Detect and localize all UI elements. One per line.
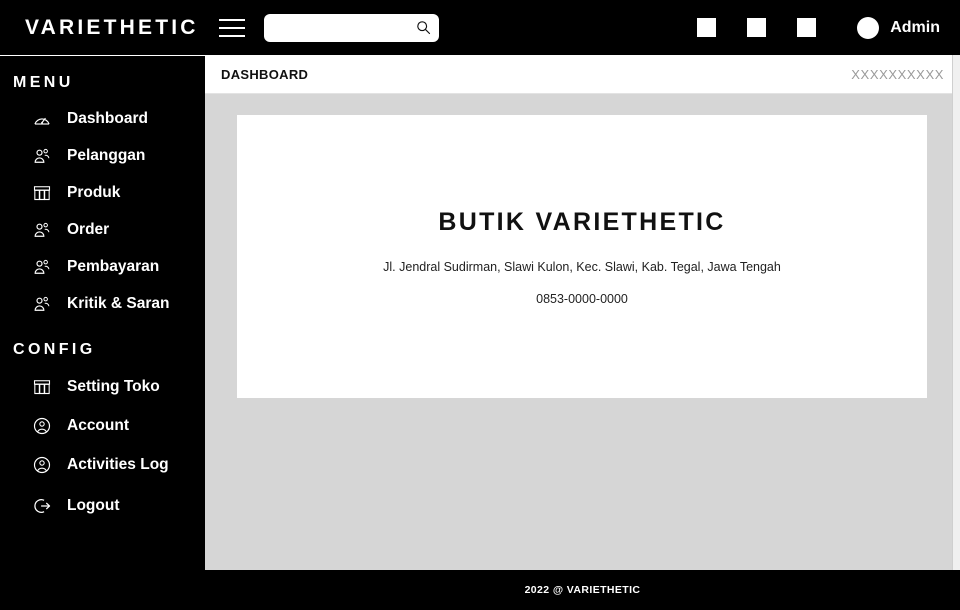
users-icon: [31, 293, 53, 315]
square-icon-2[interactable]: [747, 18, 767, 37]
sidebar-item-pembayaran[interactable]: Pembayaran: [0, 248, 205, 285]
sidebar-config-list: Setting Toko Account Activities Log Logo…: [0, 367, 205, 525]
sidebar-item-label: Account: [67, 416, 129, 434]
sidebar-item-label: Pembayaran: [67, 257, 160, 275]
sidebar-menu-list: Dashboard Pelanggan Produk Order Pembaya…: [0, 100, 205, 322]
sidebar-item-label: Activities Log: [67, 455, 169, 473]
user-circle-icon: [31, 454, 53, 476]
gauge-icon: [31, 108, 53, 130]
hamburger-menu-icon[interactable]: [219, 18, 245, 37]
main-content: DASHBOARD XXXXXXXXXX BUTIK VARIETHETIC J…: [205, 55, 960, 570]
users-icon: [31, 256, 53, 278]
sidebar: MENU Dashboard Pelanggan Produk Order Pe…: [0, 55, 205, 610]
logout-icon: [31, 495, 53, 517]
store-icon: [31, 182, 53, 204]
sidebar-item-label: Logout: [67, 496, 120, 514]
user-circle-icon: [31, 415, 53, 437]
breadcrumb: DASHBOARD XXXXXXXXXX: [205, 55, 960, 94]
store-phone: 0853-0000-0000: [536, 291, 628, 306]
sidebar-item-label: Produk: [67, 183, 121, 201]
admin-dashboard-page: VARIETHETIC Admin MENU Dashboard Pelangg…: [0, 0, 960, 610]
sidebar-item-account[interactable]: Account: [0, 406, 205, 445]
sidebar-item-order[interactable]: Order: [0, 211, 205, 248]
users-icon: [31, 219, 53, 241]
footer: 2022 @ VARIETHETIC: [205, 570, 960, 610]
footer-copyright: 2022 @ VARIETHETIC: [524, 584, 641, 596]
sidebar-item-label: Pelanggan: [67, 146, 146, 164]
hamburger-bar-1: [219, 18, 245, 21]
square-icon-1[interactable]: [697, 18, 717, 37]
header-actions: Admin: [697, 0, 960, 55]
sidebar-item-activities-log[interactable]: Activities Log: [0, 445, 205, 484]
sidebar-item-pelanggan[interactable]: Pelanggan: [0, 137, 205, 174]
breadcrumb-right-placeholder: XXXXXXXXXX: [851, 66, 944, 82]
brand-logo: VARIETHETIC: [25, 15, 199, 39]
sidebar-item-label: Dashboard: [67, 109, 148, 127]
sidebar-item-kritik-saran[interactable]: Kritik & Saran: [0, 285, 205, 322]
sidebar-section-title-config: CONFIG: [13, 341, 96, 358]
top-header-bar: VARIETHETIC Admin: [0, 0, 960, 55]
search-box[interactable]: [264, 13, 439, 42]
avatar[interactable]: [857, 16, 880, 39]
admin-username[interactable]: Admin: [890, 19, 940, 37]
sidebar-item-setting-toko[interactable]: Setting Toko: [0, 367, 205, 406]
store-address: Jl. Jendral Sudirman, Slawi Kulon, Kec. …: [383, 259, 781, 274]
hamburger-bar-3: [219, 34, 245, 37]
store-icon: [31, 376, 53, 398]
sidebar-section-title-menu: MENU: [13, 74, 74, 91]
sidebar-item-label: Kritik & Saran: [67, 294, 170, 312]
hamburger-bar-2: [219, 26, 245, 29]
sidebar-item-dashboard[interactable]: Dashboard: [0, 100, 205, 137]
store-info-card: BUTIK VARIETHETIC Jl. Jendral Sudirman, …: [237, 115, 927, 398]
sidebar-item-logout[interactable]: Logout: [0, 486, 205, 525]
vertical-scrollbar[interactable]: [952, 55, 960, 570]
store-name: BUTIK VARIETHETIC: [438, 207, 726, 236]
sidebar-item-label: Setting Toko: [67, 377, 160, 395]
sidebar-item-label: Order: [67, 220, 110, 238]
users-icon: [31, 145, 53, 167]
search-input[interactable]: [264, 13, 439, 42]
square-icon-3[interactable]: [797, 18, 817, 37]
sidebar-item-produk[interactable]: Produk: [0, 174, 205, 211]
page-title: DASHBOARD: [221, 66, 309, 82]
